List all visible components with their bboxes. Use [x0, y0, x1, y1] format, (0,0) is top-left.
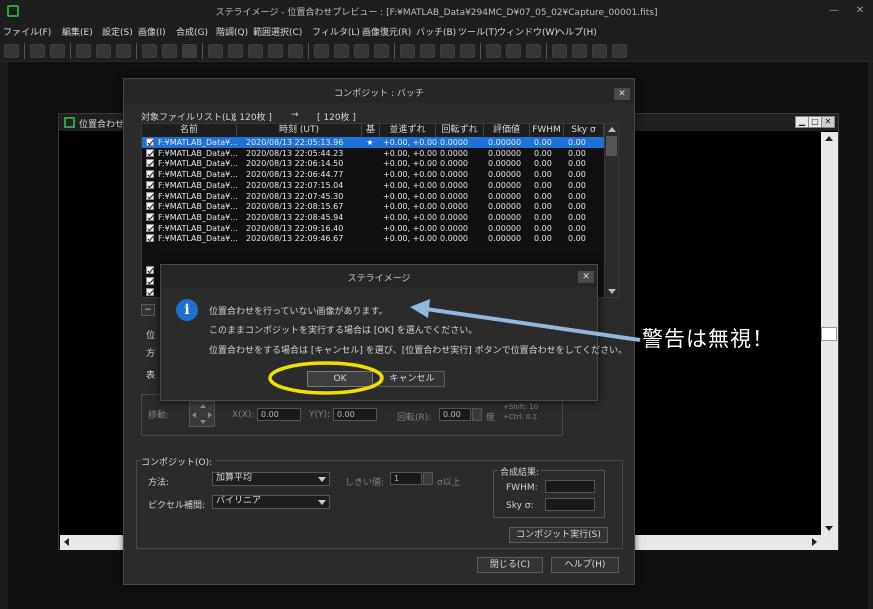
- annotation-text: 警告は無視！: [642, 327, 774, 351]
- arrow-head-icon: [410, 299, 430, 318]
- annotation-arrow: [425, 307, 641, 342]
- annotation-overlay: [268, 299, 641, 395]
- ok-highlight-ellipse: [268, 361, 384, 395]
